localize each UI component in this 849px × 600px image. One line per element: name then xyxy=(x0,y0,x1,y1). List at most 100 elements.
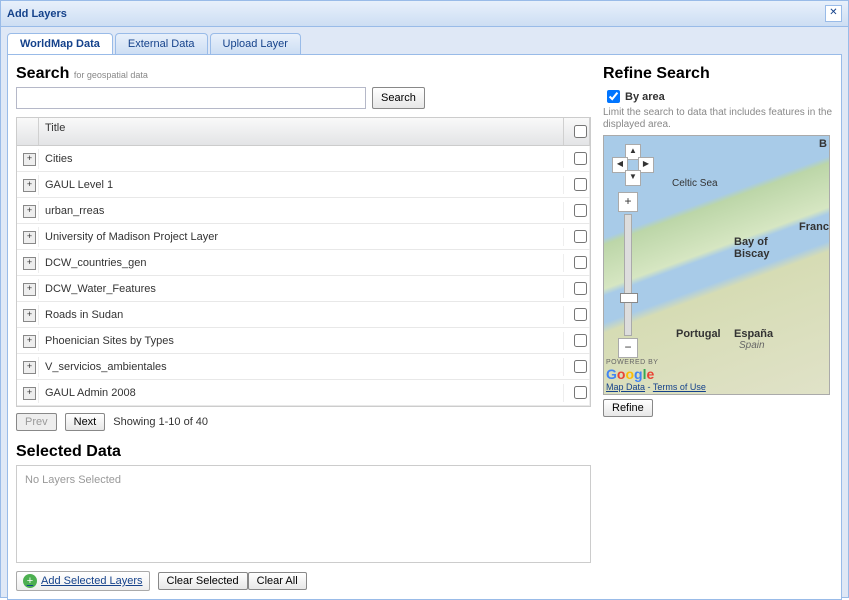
expand-icon[interactable]: + xyxy=(23,231,36,244)
next-button[interactable]: Next xyxy=(65,413,106,431)
window-title: Add Layers xyxy=(7,8,67,20)
row-title: Cities xyxy=(39,150,564,168)
expand-icon[interactable]: + xyxy=(23,179,36,192)
map-label: B xyxy=(819,138,827,150)
expand-icon[interactable]: + xyxy=(23,283,36,296)
row-title: University of Madison Project Layer xyxy=(39,228,564,246)
row-title: GAUL Level 1 xyxy=(39,176,564,194)
expand-icon[interactable]: + xyxy=(23,153,36,166)
add-selected-label: Add Selected Layers xyxy=(41,575,143,587)
titlebar: Add Layers ✕ xyxy=(1,1,848,27)
table-row[interactable]: + Cities xyxy=(17,146,590,172)
map-pan-control: ▲ ◀ ▶ ▼ xyxy=(612,144,652,184)
search-row: Search xyxy=(16,87,591,109)
table-row[interactable]: + University of Madison Project Layer xyxy=(17,224,590,250)
map-label: Franc xyxy=(799,221,829,233)
row-title: DCW_countries_gen xyxy=(39,254,564,272)
expand-icon[interactable]: + xyxy=(23,205,36,218)
terms-link[interactable]: Terms of Use xyxy=(653,382,706,392)
map-data-link[interactable]: Map Data xyxy=(606,382,645,392)
row-checkbox[interactable] xyxy=(574,230,587,243)
map-label: Celtic Sea xyxy=(672,178,718,189)
row-title: DCW_Water_Features xyxy=(39,280,564,298)
row-title: Roads in Sudan xyxy=(39,306,564,324)
map-label: España xyxy=(734,328,773,340)
map[interactable]: ▲ ◀ ▶ ▼ + − B Celtic Sea Bay of Biscay F… xyxy=(603,135,830,395)
powered-by-text: POWERED BY xyxy=(606,359,658,366)
zoom-out-button[interactable]: − xyxy=(618,338,638,358)
by-area-label: By area xyxy=(625,91,665,103)
expand-icon[interactable]: + xyxy=(23,335,36,348)
add-layers-window: Add Layers ✕ WorldMap Data External Data… xyxy=(0,0,849,598)
row-checkbox[interactable] xyxy=(574,178,587,191)
zoom-control: + − xyxy=(618,192,638,358)
row-title: GAUL Admin 2008 xyxy=(39,384,564,402)
right-column: Refine Search By area Limit the search t… xyxy=(603,63,833,591)
expand-icon[interactable]: + xyxy=(23,361,36,374)
selected-empty-text: No Layers Selected xyxy=(25,474,121,486)
pager: Prev Next Showing 1-10 of 40 xyxy=(16,413,591,431)
search-input[interactable] xyxy=(16,87,366,109)
selected-heading: Selected Data xyxy=(16,443,591,461)
selected-box: No Layers Selected xyxy=(16,465,591,563)
pager-status: Showing 1-10 of 40 xyxy=(113,416,208,428)
table-row[interactable]: + DCW_countries_gen xyxy=(17,250,590,276)
tab-external-data[interactable]: External Data xyxy=(115,33,208,54)
map-label: Portugal xyxy=(676,328,721,340)
tabstrip: WorldMap Data External Data Upload Layer xyxy=(1,27,848,54)
tab-worldmap-data[interactable]: WorldMap Data xyxy=(7,33,113,54)
add-selected-button[interactable]: + Add Selected Layers xyxy=(16,571,150,591)
row-checkbox[interactable] xyxy=(574,386,587,399)
table-row[interactable]: + urban_rreas xyxy=(17,198,590,224)
col-header-check xyxy=(564,118,590,145)
search-heading-text: Search xyxy=(16,65,69,82)
google-logo: Google xyxy=(606,366,706,382)
expand-icon[interactable]: + xyxy=(23,387,36,400)
row-checkbox[interactable] xyxy=(574,334,587,347)
table-row[interactable]: + Phoenician Sites by Types xyxy=(17,328,590,354)
clear-all-button[interactable]: Clear All xyxy=(248,572,307,590)
zoom-in-button[interactable]: + xyxy=(618,192,638,212)
by-area-row[interactable]: By area xyxy=(603,87,833,106)
table-row[interactable]: + Roads in Sudan xyxy=(17,302,590,328)
by-area-checkbox[interactable] xyxy=(607,90,620,103)
results-grid: Title + Cities + GAUL Level 1 + xyxy=(16,117,591,407)
row-checkbox[interactable] xyxy=(574,360,587,373)
table-row[interactable]: + GAUL Admin 2008 xyxy=(17,380,590,406)
refine-desc: Limit the search to data that includes f… xyxy=(603,107,833,131)
row-title: urban_rreas xyxy=(39,202,564,220)
map-footer: POWERED BY Google Map Data - Terms of Us… xyxy=(606,356,706,392)
search-button[interactable]: Search xyxy=(372,87,425,109)
col-header-expand xyxy=(17,118,39,145)
panel-body: Search for geospatial data Search Title … xyxy=(7,54,842,600)
pan-down-button[interactable]: ▼ xyxy=(625,170,641,186)
map-label: Spain xyxy=(739,340,765,351)
prev-button[interactable]: Prev xyxy=(16,413,57,431)
row-checkbox[interactable] xyxy=(574,282,587,295)
refine-button[interactable]: Refine xyxy=(603,399,653,417)
header-checkbox[interactable] xyxy=(574,125,587,138)
row-checkbox[interactable] xyxy=(574,204,587,217)
tab-upload-layer[interactable]: Upload Layer xyxy=(210,33,301,54)
close-button[interactable]: ✕ xyxy=(825,5,842,22)
table-row[interactable]: + DCW_Water_Features xyxy=(17,276,590,302)
col-header-title[interactable]: Title xyxy=(39,118,564,145)
expand-icon[interactable]: + xyxy=(23,309,36,322)
row-title: V_servicios_ambientales xyxy=(39,358,564,376)
action-row: + Add Selected Layers Clear SelectedClea… xyxy=(16,571,591,591)
map-links: Map Data - Terms of Use xyxy=(606,382,706,392)
expand-icon[interactable]: + xyxy=(23,257,36,270)
table-row[interactable]: + GAUL Level 1 xyxy=(17,172,590,198)
zoom-track[interactable] xyxy=(624,214,632,336)
row-title: Phoenician Sites by Types xyxy=(39,332,564,350)
left-column: Search for geospatial data Search Title … xyxy=(16,63,591,591)
row-checkbox[interactable] xyxy=(574,256,587,269)
refine-heading: Refine Search xyxy=(603,65,833,83)
map-label: Bay of Biscay xyxy=(734,236,769,260)
zoom-handle[interactable] xyxy=(620,293,638,303)
row-checkbox[interactable] xyxy=(574,152,587,165)
row-checkbox[interactable] xyxy=(574,308,587,321)
grid-header: Title xyxy=(17,118,590,146)
clear-selected-button[interactable]: Clear Selected xyxy=(158,572,248,590)
table-row[interactable]: + V_servicios_ambientales xyxy=(17,354,590,380)
